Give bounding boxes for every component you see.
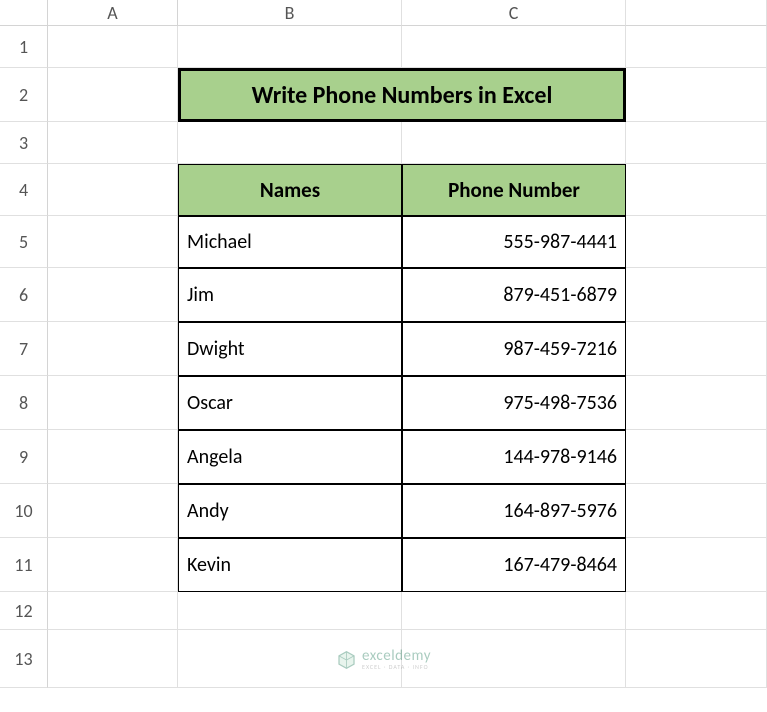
col-header-a[interactable]: A [48,0,178,26]
table-row[interactable]: Angela [178,430,402,484]
row-header-13[interactable]: 13 [0,630,48,688]
cell-c12[interactable] [402,592,626,630]
cell-d7[interactable] [626,322,767,376]
cell-c1[interactable] [402,26,626,68]
row-header-6[interactable]: 6 [0,268,48,322]
row-header-3[interactable]: 3 [0,122,48,164]
row-header-9[interactable]: 9 [0,430,48,484]
cube-icon [336,650,356,670]
cell-a6[interactable] [48,268,178,322]
table-row[interactable]: Dwight [178,322,402,376]
row-header-2[interactable]: 2 [0,68,48,122]
title-cell[interactable]: Write Phone Numbers in Excel [178,68,626,122]
cell-a2[interactable] [48,68,178,122]
table-row[interactable]: 164-897-5976 [402,484,626,538]
cell-d9[interactable] [626,430,767,484]
table-row[interactable]: 555-987-4441 [402,216,626,268]
table-row[interactable]: Michael [178,216,402,268]
cell-d4[interactable] [626,164,767,216]
table-header-names[interactable]: Names [178,164,402,216]
col-header-d[interactable] [626,0,767,26]
select-all-corner[interactable] [0,0,48,26]
cell-a3[interactable] [48,122,178,164]
watermark-title: exceldemy [362,649,431,664]
col-header-b[interactable]: B [178,0,402,26]
cell-c3[interactable] [402,122,626,164]
table-row[interactable]: Andy [178,484,402,538]
table-row[interactable]: 144-978-9146 [402,430,626,484]
watermark: exceldemy EXCEL · DATA · INFO [336,649,431,670]
table-row[interactable]: 167-479-8464 [402,538,626,592]
cell-a7[interactable] [48,322,178,376]
cell-d10[interactable] [626,484,767,538]
row-header-12[interactable]: 12 [0,592,48,630]
cell-b3[interactable] [178,122,402,164]
cell-d2[interactable] [626,68,767,122]
table-header-phone[interactable]: Phone Number [402,164,626,216]
cell-d11[interactable] [626,538,767,592]
cell-a13[interactable] [48,630,178,688]
cell-d13[interactable] [626,630,767,688]
table-row[interactable]: Oscar [178,376,402,430]
cell-b12[interactable] [178,592,402,630]
cell-a10[interactable] [48,484,178,538]
spreadsheet-grid[interactable]: A B C 1 2 Write Phone Numbers in Excel 3… [0,0,767,688]
col-header-c[interactable]: C [402,0,626,26]
cell-c13[interactable] [402,630,626,688]
table-row[interactable]: Kevin [178,538,402,592]
row-header-1[interactable]: 1 [0,26,48,68]
table-row[interactable]: 987-459-7216 [402,322,626,376]
cell-a4[interactable] [48,164,178,216]
row-header-10[interactable]: 10 [0,484,48,538]
table-row[interactable]: Jim [178,268,402,322]
table-row[interactable]: 879-451-6879 [402,268,626,322]
cell-a8[interactable] [48,376,178,430]
cell-b1[interactable] [178,26,402,68]
row-header-11[interactable]: 11 [0,538,48,592]
cell-d3[interactable] [626,122,767,164]
cell-a11[interactable] [48,538,178,592]
row-header-5[interactable]: 5 [0,216,48,268]
cell-d1[interactable] [626,26,767,68]
cell-a5[interactable] [48,216,178,268]
cell-a9[interactable] [48,430,178,484]
cell-d5[interactable] [626,216,767,268]
cell-a1[interactable] [48,26,178,68]
row-header-8[interactable]: 8 [0,376,48,430]
row-header-7[interactable]: 7 [0,322,48,376]
cell-d8[interactable] [626,376,767,430]
cell-d12[interactable] [626,592,767,630]
watermark-subtitle: EXCEL · DATA · INFO [362,664,431,670]
cell-a12[interactable] [48,592,178,630]
cell-d6[interactable] [626,268,767,322]
table-row[interactable]: 975-498-7536 [402,376,626,430]
row-header-4[interactable]: 4 [0,164,48,216]
